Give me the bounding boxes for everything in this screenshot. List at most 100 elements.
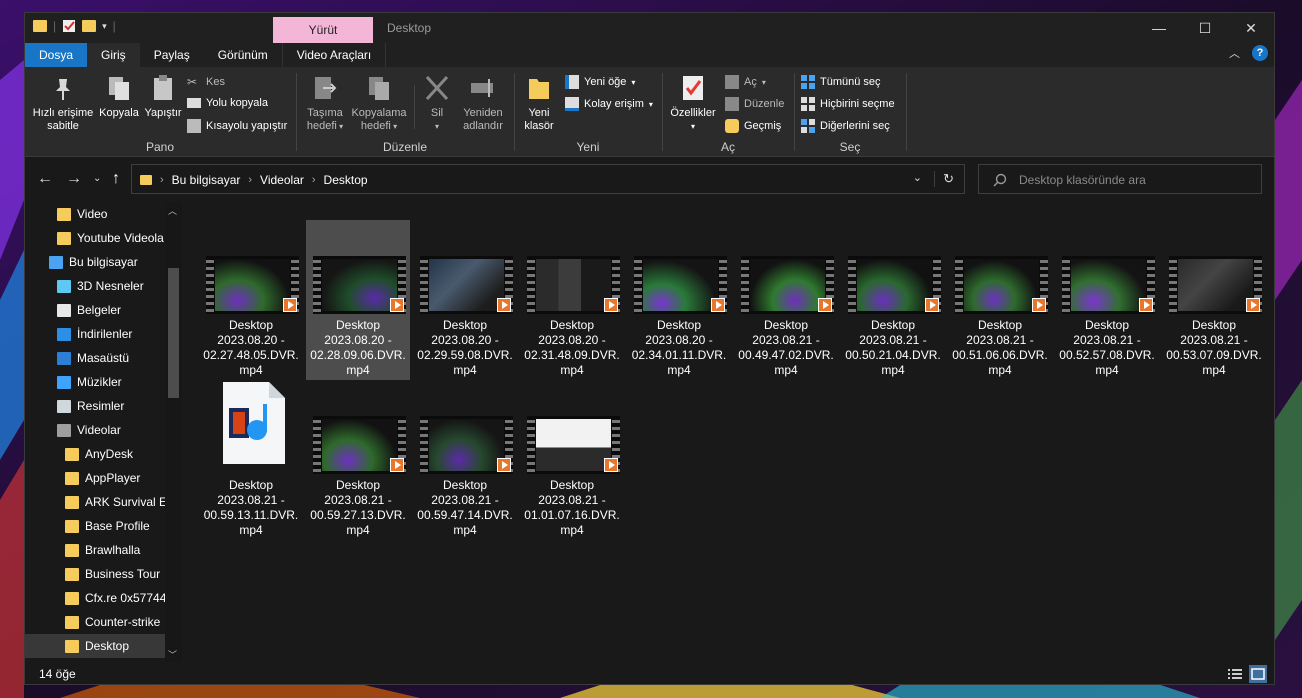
search-box[interactable]: Desktop klasöründe ara [978, 164, 1262, 194]
delete-button[interactable]: Sil ▾ [421, 73, 453, 133]
file-item[interactable]: Desktop 2023.08.20 -02.34.01.11.DVR. mp4 [627, 220, 731, 380]
sidebar-item[interactable]: Counter-strike [65, 610, 160, 634]
breadcrumb-videos[interactable]: Videolar [260, 173, 304, 187]
copy-to-button[interactable]: Kopyalama hedefi ▾ [349, 73, 409, 133]
open-button[interactable]: Aç ▾ [725, 75, 766, 89]
copy-button[interactable]: Kopyala [97, 73, 141, 120]
customize-dropdown-icon[interactable]: ▾ [102, 21, 107, 32]
back-arrow-icon[interactable]: ← [37, 170, 53, 188]
file-item[interactable]: Desktop 2023.08.21 -00.49.47.02.DVR. mp4 [734, 220, 838, 380]
details-view-icon[interactable] [1226, 665, 1244, 683]
paste-shortcut-button[interactable]: Kısayolu yapıştır [187, 119, 287, 133]
new-item-button[interactable]: Yeni öğe ▾ [565, 75, 635, 89]
file-item[interactable]: Desktop 2023.08.20 -02.28.09.06.DVR. mp4 [306, 220, 410, 380]
file-item[interactable]: Desktop 2023.08.20 -02.29.59.08.DVR. mp4 [413, 220, 517, 380]
maximize-button[interactable]: ☐ [1182, 13, 1228, 43]
sidebar-item[interactable]: Belgeler [57, 298, 121, 322]
address-dropdown-icon[interactable]: ⌄ [913, 171, 922, 184]
file-name-line: 00.59.13.11.DVR. [203, 508, 299, 522]
sidebar-item[interactable]: 3D Nesneler [57, 274, 144, 298]
up-arrow-icon[interactable]: ↑ [112, 170, 120, 188]
cut-button[interactable]: ✂ Kes [187, 75, 225, 89]
video-thumbnail [420, 416, 513, 474]
sidebar-item[interactable]: Desktop [25, 634, 165, 658]
edit-button[interactable]: Düzenle [725, 97, 784, 111]
file-item[interactable]: Desktop 2023.08.21 -00.53.07.09.DVR. mp4 [1162, 220, 1266, 380]
sidebar-item[interactable]: İndirilenler [57, 322, 132, 346]
file-name-line: mp4 [560, 523, 584, 537]
address-bar[interactable]: › Bu bilgisayar › Videolar › Desktop ⌄ ↻ [131, 164, 965, 194]
sidebar-item[interactable]: Bu bilgisayar [49, 250, 138, 274]
tab-video-tools[interactable]: Video Araçları [281, 43, 387, 67]
breadcrumb-desktop[interactable]: Desktop [324, 173, 368, 187]
film-strip-icon [741, 256, 749, 314]
media-file-icon [223, 382, 285, 464]
chevron-right-icon[interactable]: › [160, 174, 164, 186]
invert-selection-button[interactable]: Diğerlerini seç [801, 119, 890, 133]
video-thumbnail [848, 256, 941, 314]
sidebar-item[interactable]: Brawlhalla [65, 538, 140, 562]
move-to-button[interactable]: Taşıma hedefi ▾ [303, 73, 347, 133]
history-button[interactable]: Geçmiş [725, 119, 781, 133]
context-tab-play[interactable]: Yürüt [273, 17, 373, 43]
properties-check-icon[interactable] [62, 19, 76, 33]
help-icon[interactable]: ? [1252, 45, 1268, 61]
sidebar-item[interactable]: Müzikler [57, 370, 122, 394]
file-item[interactable]: Desktop 2023.08.21 -01.01.07.16.DVR. mp4 [520, 380, 624, 540]
copy-label: Kopyala [99, 107, 139, 119]
sidebar-item[interactable]: Resimler [57, 394, 124, 418]
select-all-button[interactable]: Tümünü seç [801, 75, 881, 89]
sidebar-item-label: 3D Nesneler [77, 279, 144, 293]
play-badge-icon [818, 298, 832, 312]
large-icons-view-icon[interactable] [1249, 665, 1267, 683]
forward-arrow-icon[interactable]: → [66, 170, 82, 188]
chevron-right-icon[interactable]: › [312, 174, 316, 186]
paste-button[interactable]: Yapıştır [143, 73, 183, 120]
breadcrumb-this-pc[interactable]: Bu bilgisayar [172, 173, 241, 187]
file-item[interactable]: Desktop 2023.08.21 -00.59.47.14.DVR. mp4 [413, 380, 517, 540]
refresh-icon[interactable]: ↻ [934, 171, 954, 187]
copy-path-button[interactable]: Yolu kopyala [187, 97, 268, 109]
properties-button[interactable]: Özellikler ▾ [667, 73, 719, 133]
tab-home[interactable]: Giriş [87, 43, 140, 67]
sidebar-item-label: AnyDesk [85, 447, 134, 461]
sidebar-item[interactable]: Masaüstü [57, 346, 129, 370]
scrollbar-thumb[interactable] [168, 268, 179, 398]
scroll-up-icon[interactable]: ︿ [168, 204, 177, 217]
file-item[interactable]: Desktop 2023.08.21 -00.52.57.08.DVR. mp4 [1055, 220, 1159, 380]
file-item[interactable]: Desktop 2023.08.20 -02.31.48.09.DVR. mp4 [520, 220, 624, 380]
sidebar-item[interactable]: Videolar [57, 418, 121, 442]
file-item[interactable]: Desktop 2023.08.21 -00.50.21.04.DVR. mp4 [841, 220, 945, 380]
file-item[interactable]: Desktop 2023.08.21 -00.51.06.06.DVR. mp4 [948, 220, 1052, 380]
nav-scrollbar[interactable]: ︿ ﹀ [165, 202, 182, 662]
recent-locations-chevron-icon[interactable]: ⌄ [93, 173, 101, 184]
sidebar-item[interactable]: Base Profile [65, 514, 150, 538]
folder-icon[interactable] [33, 20, 47, 32]
tab-share[interactable]: Paylaş [140, 43, 204, 67]
new-folder-button[interactable]: Yeni klasör [519, 73, 559, 133]
file-item[interactable]: Desktop 2023.08.20 -02.27.48.05.DVR. mp4 [199, 220, 303, 380]
sidebar-item[interactable]: Business Tour [65, 562, 160, 586]
sidebar-item[interactable]: AnyDesk [65, 442, 133, 466]
collapse-ribbon-icon[interactable]: ︿ [1229, 45, 1240, 61]
sidebar-item[interactable]: ARK Survival E [65, 490, 167, 514]
chevron-right-icon[interactable]: › [248, 174, 252, 186]
film-strip-icon [634, 256, 642, 314]
pin-quick-access-button[interactable]: Hızlı erişime sabitle [31, 73, 95, 133]
new-folder-icon[interactable] [82, 20, 97, 32]
minimize-button[interactable]: — [1136, 13, 1182, 43]
file-item[interactable]: Desktop 2023.08.21 -00.59.27.13.DVR. mp4 [306, 380, 410, 540]
rename-button[interactable]: Yeniden adlandır [457, 73, 509, 133]
tab-view[interactable]: Görünüm [204, 43, 282, 67]
select-none-button[interactable]: Hiçbirini seçme [801, 97, 895, 111]
sidebar-item[interactable]: Youtube Videola [57, 226, 164, 250]
scroll-down-icon[interactable]: ﹀ [168, 648, 177, 661]
close-button[interactable]: ✕ [1228, 13, 1274, 43]
tab-file[interactable]: Dosya [25, 43, 88, 67]
sidebar-item[interactable]: AppPlayer [65, 466, 140, 490]
file-item[interactable]: Desktop 2023.08.21 -00.59.13.11.DVR. mp4 [199, 380, 303, 540]
file-name-line: 2023.08.21 - [324, 493, 392, 507]
sidebar-item[interactable]: Video [57, 202, 107, 226]
sidebar-item[interactable]: Cfx.re 0x57744 [65, 586, 166, 610]
easy-access-button[interactable]: Kolay erişim ▾ [565, 97, 653, 111]
